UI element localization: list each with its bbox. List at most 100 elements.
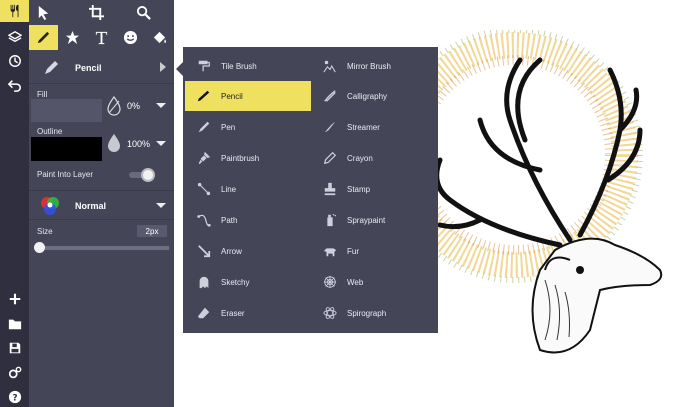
paint-into-layer-toggle[interactable] <box>141 168 155 182</box>
brush-item-line[interactable]: Line <box>185 174 311 204</box>
ghost-icon <box>195 273 213 291</box>
brush-item-streamer[interactable]: Streamer <box>311 112 436 142</box>
brush-selector[interactable]: Pencil <box>29 52 174 84</box>
undo-icon[interactable] <box>0 72 29 97</box>
brush-item-label: Line <box>221 184 237 194</box>
web-icon <box>321 273 339 291</box>
brush-item-fur[interactable]: Fur <box>311 236 436 266</box>
emoji-icon[interactable] <box>116 25 145 50</box>
fill-opacity-value[interactable]: 0% <box>127 101 140 111</box>
brush-item-label: Pen <box>221 122 236 132</box>
chevron-down-icon[interactable] <box>156 141 166 146</box>
crayon-icon <box>321 149 339 167</box>
folder-icon[interactable] <box>0 311 29 336</box>
tools-panel: Pencil Fill 0% Outline 100% Paint Into L… <box>29 0 174 407</box>
brush-item-label: Paintbrush <box>221 153 260 163</box>
brush-item-pencil[interactable]: Pencil <box>185 81 311 111</box>
brush-item-eraser[interactable]: Eraser <box>185 298 311 328</box>
save-icon[interactable] <box>0 335 29 360</box>
path-icon <box>195 211 213 229</box>
outline-color-swatch[interactable] <box>31 137 102 161</box>
spirograph-icon <box>321 304 339 322</box>
outline-opacity-value[interactable]: 100% <box>127 139 150 149</box>
brush-item-label: Streamer <box>347 122 380 132</box>
brush-item-label: Path <box>221 215 238 225</box>
brush-item-label: Pencil <box>221 91 243 101</box>
brush-item-path[interactable]: Path <box>185 205 311 235</box>
brush-item-mirror-brush[interactable]: Mirror Brush <box>311 51 436 81</box>
brush-icon[interactable] <box>29 25 58 50</box>
brush-item-label: Spirograph <box>347 308 387 318</box>
blend-mode-select[interactable]: Normal <box>29 190 174 220</box>
text-icon[interactable] <box>87 25 116 50</box>
paint-into-layer-label: Paint Into Layer <box>37 170 94 179</box>
eraser-icon <box>195 304 213 322</box>
size-slider[interactable] <box>39 246 169 250</box>
chevron-right-icon <box>160 62 166 72</box>
paintbrush-icon <box>195 149 213 167</box>
help-icon[interactable]: ? <box>0 384 29 407</box>
line-icon <box>195 180 213 198</box>
top-toolbar <box>29 0 174 25</box>
mirror-icon <box>321 57 339 75</box>
pencil-icon <box>43 60 59 76</box>
crop-icon[interactable] <box>82 0 111 25</box>
size-slider-handle[interactable] <box>34 242 45 253</box>
brush-item-spirograph[interactable]: Spirograph <box>311 298 436 328</box>
brush-item-stamp[interactable]: Stamp <box>311 174 436 204</box>
search-icon[interactable] <box>129 0 158 25</box>
pen-icon <box>195 118 213 136</box>
star-icon[interactable] <box>58 25 87 50</box>
history-icon[interactable] <box>0 48 29 73</box>
opacity-drop-icon <box>106 95 122 121</box>
brush-item-arrow[interactable]: Arrow <box>185 236 311 266</box>
brush-item-label: Crayon <box>347 153 373 163</box>
stamp-icon <box>321 180 339 198</box>
brush-item-label: Spraypaint <box>347 215 386 225</box>
brush-item-tile-brush[interactable]: Tile Brush <box>185 51 311 81</box>
pencil-icon <box>195 87 213 105</box>
brush-item-sketchy[interactable]: Sketchy <box>185 267 311 297</box>
brush-item-label: Mirror Brush <box>347 61 392 71</box>
menu-caret <box>176 62 183 76</box>
outline-label: Outline <box>37 127 63 136</box>
fill-label: Fill <box>37 90 48 99</box>
streamer-icon <box>321 118 339 136</box>
size-value[interactable]: 2px <box>137 225 167 237</box>
brush-item-label: Arrow <box>221 246 242 256</box>
fill-color-swatch[interactable] <box>31 99 102 122</box>
chevron-down-icon <box>156 203 166 208</box>
brush-item-label: Sketchy <box>221 277 250 287</box>
svg-text:?: ? <box>12 393 17 403</box>
brush-dropdown-menu: Tile Brush Pencil Pen Paintbrush Line Pa… <box>176 47 438 333</box>
chevron-down-icon[interactable] <box>156 103 166 108</box>
fur-icon <box>321 242 339 260</box>
brush-item-label: Stamp <box>347 184 371 194</box>
brush-item-label: Fur <box>347 246 359 256</box>
layers-icon[interactable] <box>0 24 29 49</box>
opacity-drop-icon <box>106 133 122 158</box>
brush-item-calligraphy[interactable]: Calligraphy <box>311 81 436 111</box>
brush-item-crayon[interactable]: Crayon <box>311 143 436 173</box>
spraypaint-icon <box>321 211 339 229</box>
fill-bucket-icon[interactable] <box>145 25 174 50</box>
blend-mode-value: Normal <box>75 201 107 211</box>
add-icon[interactable] <box>0 286 29 311</box>
brush-item-label: Eraser <box>221 308 245 318</box>
brush-item-spraypaint[interactable]: Spraypaint <box>311 205 436 235</box>
brushes-icon[interactable] <box>0 0 29 22</box>
size-label: Size <box>37 227 53 236</box>
calligraphy-icon <box>321 87 339 105</box>
brush-item-label: Calligraphy <box>347 91 388 101</box>
arrow-icon <box>195 242 213 260</box>
brush-item-label: Tile Brush <box>221 61 257 71</box>
brush-tools-row <box>29 25 174 50</box>
selected-brush-label: Pencil <box>75 62 102 73</box>
color-wheel-icon <box>39 195 61 222</box>
brush-item-pen[interactable]: Pen <box>185 112 311 142</box>
brush-item-label: Web <box>347 277 364 287</box>
settings-icon[interactable] <box>0 360 29 385</box>
brush-item-paintbrush[interactable]: Paintbrush <box>185 143 311 173</box>
select-icon[interactable] <box>29 0 58 25</box>
brush-item-web[interactable]: Web <box>311 267 436 297</box>
